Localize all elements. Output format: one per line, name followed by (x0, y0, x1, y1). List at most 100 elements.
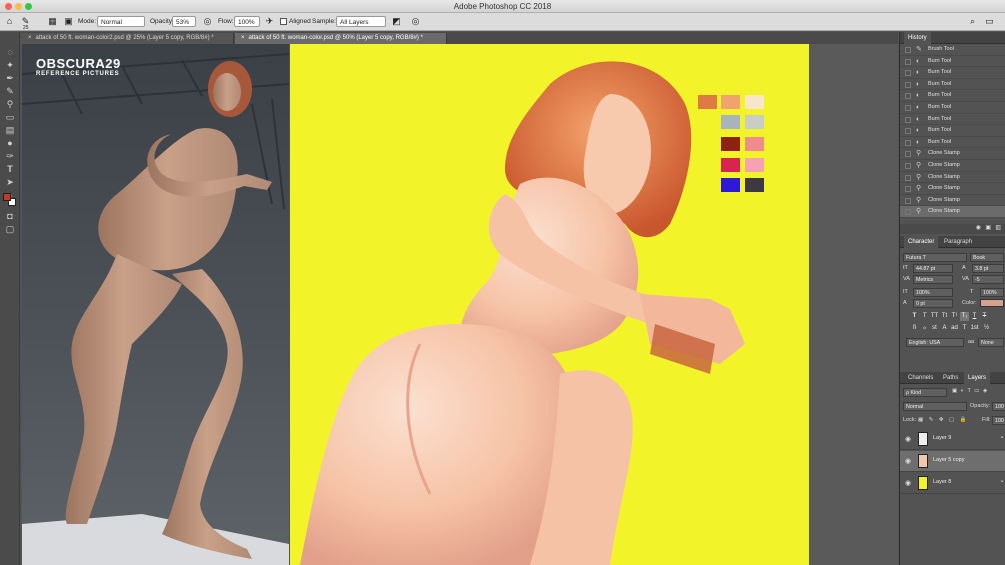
quick-mask-icon[interactable]: ◘ (3, 210, 17, 222)
lock-icons[interactable]: ▦ ✎ ✥ ▢ 🔒 (918, 417, 969, 423)
magic-wand-tool-icon[interactable]: ✦ (3, 59, 17, 71)
close-window-button[interactable] (5, 3, 12, 10)
layer-name[interactable]: Layer 9 (933, 435, 951, 441)
aligned-checkbox[interactable] (280, 18, 287, 25)
titling-alternates-button[interactable]: ad (950, 324, 959, 333)
search-icon[interactable]: ⌕ (967, 16, 978, 27)
leading-field[interactable]: 3.8 pt (972, 264, 1004, 273)
history-item[interactable]: ◐ Burn Tool (900, 56, 1005, 68)
type-tool-icon[interactable]: T (3, 163, 17, 175)
tab-document-color2[interactable]: × attack of 50 ft. woman-color2.psd @ 25%… (22, 33, 234, 44)
history-brush-source-box[interactable] (905, 128, 911, 135)
visibility-eye-icon[interactable]: ◉ (905, 479, 911, 487)
tab-document-color[interactable]: × attack of 50 ft. woman-color.psd @ 50% … (235, 33, 447, 44)
history-item[interactable]: ◐ Burn Tool (900, 90, 1005, 102)
faux-italic-button[interactable]: T (920, 312, 929, 321)
path-selection-tool-icon[interactable]: ➤ (3, 176, 17, 188)
history-brush-source-box[interactable] (905, 93, 911, 100)
mode-select[interactable]: Normal (97, 16, 145, 27)
gradient-tool-icon[interactable]: ▤ (3, 124, 17, 136)
history-brush-source-box[interactable] (905, 151, 911, 158)
baseline-shift-field[interactable]: 0 pt (913, 299, 953, 308)
kerning-select[interactable]: Metrics (913, 275, 953, 284)
camera-icon[interactable]: ▣ (985, 224, 991, 231)
screen-mode-icon[interactable]: ▢ (3, 223, 17, 235)
tab-character[interactable]: Character (904, 236, 939, 248)
clone-source-icon[interactable]: ▣ (63, 16, 74, 27)
history-brush-source-box[interactable] (905, 116, 911, 123)
snapshot-icon[interactable]: ◉ (976, 224, 981, 231)
history-brush-source-box[interactable] (905, 174, 911, 181)
clone-stamp-tool-icon[interactable]: ⚲ (3, 98, 17, 110)
superscript-button[interactable]: T¹ (950, 312, 959, 321)
layer-row[interactable]: ◉ Layer 9 ▪ (900, 429, 1005, 450)
history-brush-source-box[interactable] (905, 162, 911, 169)
layer-thumbnail[interactable] (918, 454, 928, 468)
history-brush-source-box[interactable] (905, 70, 911, 77)
history-item[interactable]: ⚲ Clone Stamp (900, 206, 1005, 218)
history-brush-source-box[interactable] (905, 81, 911, 88)
font-size-field[interactable]: 44.87 pt (913, 264, 953, 273)
airbrush-icon[interactable]: ✈ (264, 16, 275, 27)
subscript-button[interactable]: T₁ (960, 312, 969, 321)
tab-paragraph[interactable]: Paragraph (940, 236, 976, 248)
tab-close-icon[interactable]: × (241, 35, 245, 41)
layer-name[interactable]: Layer 5 copy (933, 457, 965, 463)
brush-tool-icon[interactable]: ✎ (3, 85, 17, 97)
layer-fill-field[interactable]: 100 (992, 416, 1005, 425)
small-caps-button[interactable]: Tt (940, 312, 949, 321)
history-panel-header[interactable]: History (900, 32, 1005, 44)
fractions-button[interactable]: 1st (970, 324, 979, 333)
history-panel-title[interactable]: History (904, 32, 931, 44)
sample-select[interactable]: All Layers (336, 16, 386, 27)
text-color-swatch[interactable] (980, 299, 1004, 307)
history-item[interactable]: ⚲ Clone Stamp (900, 183, 1005, 195)
history-brush-source-box[interactable] (905, 209, 911, 216)
foreground-color-swatch[interactable] (3, 193, 11, 201)
faux-bold-button[interactable]: T (910, 312, 919, 321)
history-item[interactable]: ⚲ Clone Stamp (900, 160, 1005, 172)
history-item[interactable]: ◐ Burn Tool (900, 67, 1005, 79)
layer-thumbnail[interactable] (918, 476, 928, 490)
discretionary-ligature-button[interactable]: ℴ (920, 324, 929, 333)
history-brush-source-box[interactable] (905, 186, 911, 193)
layer-thumbnail[interactable] (918, 432, 928, 446)
eyedropper-tool-icon[interactable]: ✒ (3, 72, 17, 84)
opacity-field[interactable]: 53% (172, 16, 196, 27)
font-style-select[interactable]: Book (970, 253, 1004, 262)
stylistic-alternates-button[interactable]: A (940, 324, 949, 333)
home-icon[interactable]: ⌂ (4, 16, 15, 27)
history-brush-source-box[interactable] (905, 197, 911, 204)
history-item[interactable]: ⚲ Clone Stamp (900, 195, 1005, 207)
minimize-window-button[interactable] (15, 3, 22, 10)
history-item[interactable]: ◐ Burn Tool (900, 79, 1005, 91)
blend-mode-select[interactable]: Normal (903, 402, 967, 411)
ignore-adjustment-icon[interactable]: ◩ (391, 16, 402, 27)
layer-opacity-field[interactable]: 100 (992, 402, 1005, 411)
fractions-half-button[interactable]: ½ (982, 324, 991, 333)
ordinals-button[interactable]: T (960, 324, 969, 333)
pressure-opacity-icon[interactable]: ◎ (202, 16, 213, 27)
history-brush-source-box[interactable] (905, 58, 911, 65)
tab-layers[interactable]: Layers (964, 372, 991, 384)
history-brush-source-box[interactable] (905, 104, 911, 111)
history-item[interactable]: ⚲ Clone Stamp (900, 172, 1005, 184)
tracking-field[interactable]: -5 (972, 275, 1004, 284)
dodge-tool-icon[interactable]: ● (3, 137, 17, 149)
pen-tool-icon[interactable]: ✑ (3, 150, 17, 162)
painting-canvas[interactable] (290, 44, 809, 565)
brush-settings-icon[interactable]: ▦ (47, 16, 58, 27)
pressure-size-icon[interactable]: ◎ (410, 16, 421, 27)
language-select[interactable]: English: USA (906, 338, 964, 347)
history-item[interactable]: ✎ Brush Tool (900, 44, 1005, 56)
layer-row[interactable]: ◉ Layer 5 copy (900, 451, 1005, 472)
layer-name[interactable]: Layer 8 (933, 479, 951, 485)
all-caps-button[interactable]: TT (930, 312, 939, 321)
ligature-button[interactable]: fi (910, 324, 919, 333)
history-item[interactable]: ◐ Burn Tool (900, 125, 1005, 137)
tab-close-icon[interactable]: × (28, 35, 32, 41)
zoom-window-button[interactable] (25, 3, 32, 10)
reference-photo-canvas[interactable]: OBSCURA29 REFERENCE PICTURES (22, 44, 289, 565)
layer-row[interactable]: ◉ Layer 8 ▪ (900, 473, 1005, 494)
layer-filter-select[interactable]: ρ Kind (903, 388, 947, 397)
